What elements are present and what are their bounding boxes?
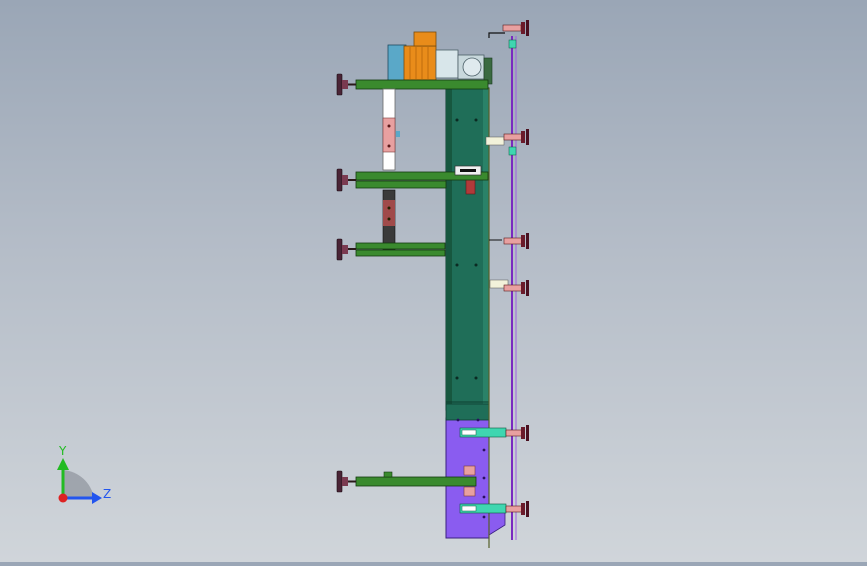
x-axis-dot — [58, 493, 68, 503]
model-canvas[interactable]: Y Z — [0, 0, 867, 562]
vertical-post — [382, 88, 400, 251]
conveyor-frame — [445, 87, 490, 412]
rail-adjuster-4[interactable] — [489, 279, 529, 296]
cad-viewport[interactable]: Y Z — [0, 0, 867, 562]
z-axis-label: Z — [103, 487, 111, 501]
y-axis-label: Y — [58, 444, 67, 458]
drive-motor[interactable] — [387, 31, 493, 85]
rail-adjuster-2[interactable] — [485, 129, 529, 156]
rail-adjuster-1[interactable] — [502, 20, 529, 49]
triad-plane-icon — [63, 470, 94, 498]
coordinate-triad[interactable]: Y Z — [57, 444, 111, 504]
